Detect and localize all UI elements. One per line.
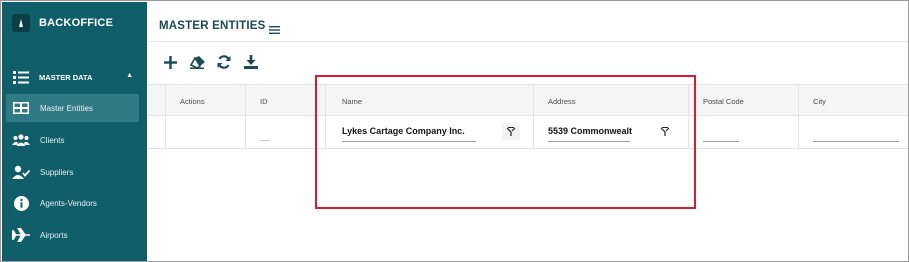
add-button[interactable]	[161, 53, 179, 71]
address-filter-input[interactable]: 5539 Commonwealt	[548, 126, 632, 136]
download-icon	[244, 55, 258, 69]
sidebar: BACKOFFICE MASTER DATA ▲ Master Entities	[2, 2, 147, 261]
logo-icon	[12, 14, 30, 32]
eraser-icon	[189, 55, 205, 69]
name-filter-button[interactable]	[502, 123, 520, 140]
column-header-postal-code[interactable]: Postal Code	[689, 85, 799, 115]
user-check-icon	[12, 164, 30, 180]
city-filter-input[interactable]	[813, 141, 899, 142]
address-filter-underline	[548, 141, 630, 142]
filter-clear-icon	[506, 127, 516, 136]
table-icon	[12, 100, 30, 116]
filter-cell-name[interactable]: Lykes Cartage Company Inc.	[326, 116, 534, 148]
grid-toolbar	[161, 53, 269, 71]
column-header-address[interactable]: Address	[534, 85, 689, 115]
grid-header-spacer	[148, 85, 166, 115]
filter-spacer	[148, 116, 166, 148]
id-filter-input[interactable]	[260, 140, 270, 141]
page-header: MASTER ENTITIES	[147, 2, 908, 42]
sidebar-item-label: Master Entities	[40, 103, 93, 113]
refresh-button[interactable]	[215, 53, 233, 71]
name-filter-underline	[342, 141, 476, 142]
info-icon	[12, 195, 30, 211]
brand[interactable]: BACKOFFICE	[12, 14, 113, 32]
sidebar-item-clients[interactable]: Clients	[2, 126, 147, 154]
sidebar-item-label: Suppliers	[40, 167, 74, 177]
sidebar-section-master-data[interactable]: MASTER DATA ▲	[2, 66, 147, 88]
sidebar-item-agents-vendors[interactable]: Agents-Vendors	[2, 189, 147, 217]
grid-header-row: Actions ID Name Address Postal Code City	[148, 84, 908, 116]
app-window: BACKOFFICE MASTER DATA ▲ Master Entities	[0, 0, 909, 262]
column-header-name[interactable]: Name	[326, 85, 534, 115]
sidebar-item-label: Clients	[40, 135, 65, 145]
address-filter-button[interactable]	[656, 123, 674, 140]
chevron-up-icon: ▲	[126, 72, 133, 79]
airplane-icon	[12, 227, 30, 243]
sidebar-item-airports[interactable]: Airports	[2, 221, 147, 249]
download-button[interactable]	[242, 53, 260, 71]
name-filter-input[interactable]: Lykes Cartage Company Inc.	[342, 126, 465, 136]
postal-code-filter-input[interactable]	[703, 141, 739, 142]
sidebar-item-suppliers[interactable]: Suppliers	[2, 158, 147, 186]
add-icon	[163, 55, 177, 69]
filter-cell-address[interactable]: 5539 Commonwealt	[534, 116, 689, 148]
column-header-actions[interactable]: Actions	[166, 85, 246, 115]
sidebar-item-label: Airports	[40, 230, 68, 240]
filter-row: Lykes Cartage Company Inc. 5539 Commonwe…	[148, 116, 908, 149]
data-grid: Actions ID Name Address Postal Code City…	[148, 84, 908, 149]
filter-cell-postal-code[interactable]	[689, 116, 799, 148]
filter-cell-id[interactable]	[246, 116, 326, 148]
brand-title: BACKOFFICE	[39, 17, 114, 29]
filter-cell-actions	[166, 116, 246, 148]
filter-cell-city[interactable]	[799, 116, 908, 148]
sidebar-item-master-entities[interactable]: Master Entities	[6, 94, 139, 122]
clear-filters-button[interactable]	[188, 53, 206, 71]
sidebar-item-label: Agents-Vendors	[40, 198, 97, 208]
column-header-city[interactable]: City	[799, 85, 908, 115]
hamburger-menu-icon[interactable]	[269, 21, 280, 39]
refresh-icon	[217, 55, 231, 69]
list-icon	[13, 70, 29, 84]
column-header-id[interactable]: ID	[246, 85, 326, 115]
sidebar-section-label: MASTER DATA	[39, 72, 93, 82]
users-icon	[12, 132, 30, 148]
filter-clear-icon	[660, 127, 670, 136]
page-title: MASTER ENTITIES	[159, 20, 266, 32]
